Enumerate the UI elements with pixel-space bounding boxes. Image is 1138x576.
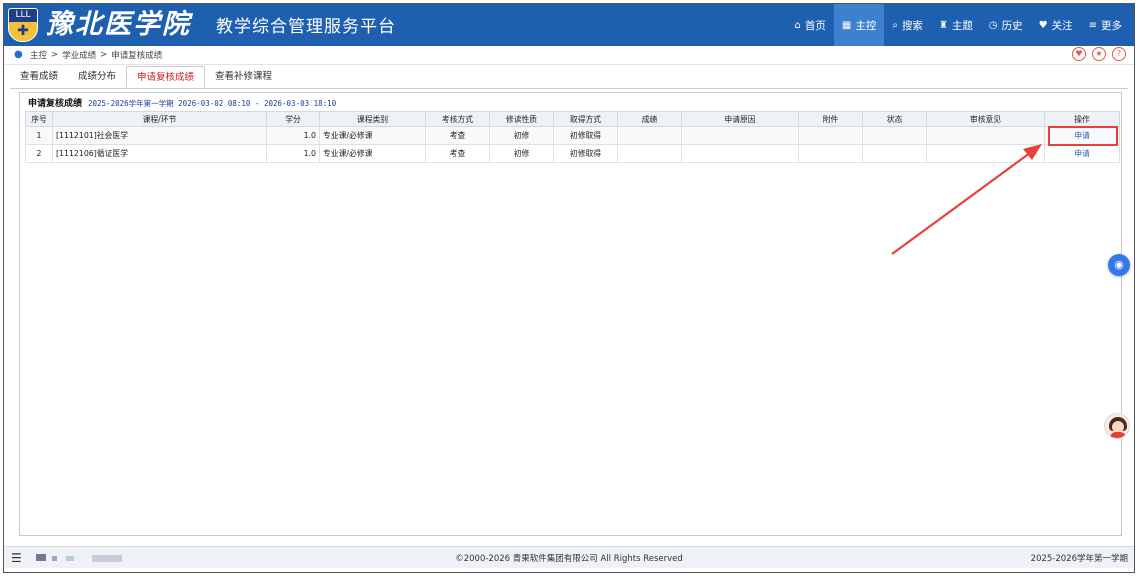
- nav-label: 历史: [1001, 19, 1023, 32]
- cell-status: [862, 126, 927, 145]
- breadcrumb: ● 主控 > 学业成绩 > 申请复核成绩 ♥ ★ ?: [4, 46, 1134, 65]
- cell-exam: 考查: [425, 144, 490, 163]
- shield-icon: ✚: [17, 23, 29, 39]
- nav-label: 更多: [1101, 19, 1122, 32]
- cell-obtain: 初修取得: [553, 126, 618, 145]
- nav-dashboard[interactable]: ▦ 主控: [833, 4, 885, 46]
- current-term: 2025-2026学年第一学期: [1030, 554, 1128, 564]
- cell-review: [926, 144, 1045, 163]
- col-header[interactable]: 学分: [266, 111, 320, 127]
- cell-attachment: [798, 126, 863, 145]
- cell-action: 申请: [1044, 144, 1120, 163]
- nav-theme[interactable]: ♜ 主题: [931, 4, 981, 46]
- col-header[interactable]: 课程/环节: [52, 111, 267, 127]
- nav-history[interactable]: ◷ 历史: [981, 4, 1031, 46]
- tab-view-makeup-courses[interactable]: 查看补修课程: [205, 66, 282, 88]
- copyright: ©2000-2026 青果软件集团有限公司 All Rights Reserve…: [455, 554, 683, 564]
- cell-score: [617, 144, 682, 163]
- cell-credit: 1.0: [266, 126, 320, 145]
- school-logo: LLL ✚: [8, 8, 38, 42]
- top-header: LLL ✚ 豫北医学院 教学综合管理服务平台 ⌂ 首页 ▦ 主控 ⌕ 搜索 ♜ 主题 ◷…: [4, 4, 1134, 46]
- col-header[interactable]: 考核方式: [425, 111, 490, 127]
- star-icon[interactable]: ★: [1092, 47, 1106, 61]
- cell-obtain: 初修取得: [553, 144, 618, 163]
- top-nav: ⌂ 首页 ▦ 主控 ⌕ 搜索 ♜ 主题 ◷ 历史 ♥ 关注 ≡ 更多: [787, 4, 1130, 46]
- content-panel: 申请复核成绩 2025-2026学年第一学期 2026-03-02 08:10 -…: [19, 92, 1122, 536]
- chat-bubble-icon[interactable]: ◉: [1108, 254, 1130, 276]
- nav-more[interactable]: ≡ 更多: [1081, 4, 1130, 46]
- section-title-text: 申请复核成绩: [28, 99, 83, 109]
- clock-icon: ◷: [988, 19, 998, 31]
- cell-review: [926, 126, 1045, 145]
- heart-icon: ♥: [1038, 19, 1048, 31]
- col-header[interactable]: 状态: [862, 111, 927, 127]
- review-period: 2025-2026学年第一学期 2026-03-02 08:10 - 2026-…: [88, 99, 337, 108]
- tab-grade-distribution[interactable]: 成绩分布: [68, 66, 126, 88]
- table-row: 2 [1112106]循证医学 1.0 专业课/必修课 考查 初修 初修取得 申…: [25, 144, 1120, 163]
- home-icon: ⌂: [794, 19, 801, 31]
- nav-label: 关注: [1051, 19, 1073, 32]
- col-header[interactable]: 序号: [25, 111, 53, 127]
- nav-label: 主题: [951, 19, 973, 32]
- cell-reason: [681, 126, 799, 145]
- breadcrumb-item-grades[interactable]: 学业成绩: [62, 49, 96, 61]
- search-icon: ⌕: [892, 19, 898, 31]
- cell-credit: 1.0: [266, 144, 320, 163]
- school-name: 豫北医学院: [46, 9, 191, 40]
- cell-attachment: [798, 144, 863, 163]
- breadcrumb-item-current: 申请复核成绩: [111, 51, 163, 61]
- cell-status: [862, 144, 927, 163]
- col-header[interactable]: 取得方式: [553, 111, 618, 127]
- nav-home[interactable]: ⌂ 首页: [787, 4, 834, 46]
- tab-view-grades[interactable]: 查看成绩: [10, 66, 68, 88]
- breadcrumb-separator: >: [51, 50, 59, 60]
- platform-name: 教学综合管理服务平台: [216, 17, 396, 37]
- col-header[interactable]: 申请原因: [681, 111, 799, 127]
- col-header[interactable]: 成绩: [617, 111, 682, 127]
- table-header-row: 序号 课程/环节 学分 课程类别 考核方式 修读性质 取得方式 成绩 申请原因 …: [25, 111, 1120, 127]
- tab-divider: [10, 88, 1128, 89]
- nav-label: 主控: [855, 19, 877, 32]
- col-header[interactable]: 课程类别: [319, 111, 426, 127]
- grades-table: 序号 课程/环节 学分 课程类别 考核方式 修读性质 取得方式 成绩 申请原因 …: [25, 111, 1120, 163]
- nav-follow[interactable]: ♥ 关注: [1031, 4, 1081, 46]
- section-title: 申请复核成绩 2025-2026学年第一学期 2026-03-02 08:10 -…: [28, 96, 336, 109]
- cell-no: 2: [25, 144, 53, 163]
- favorite-heart-icon[interactable]: ♥: [1072, 47, 1086, 61]
- cell-course: [1112101]社会医学: [52, 126, 267, 145]
- nav-label: 搜索: [901, 19, 923, 32]
- breadcrumb-item-home[interactable]: 主控: [30, 49, 47, 61]
- breadcrumb-separator: >: [100, 50, 108, 60]
- logo-text: LLL: [9, 9, 37, 22]
- col-header[interactable]: 修读性质: [489, 111, 554, 127]
- cell-category: 专业课/必修课: [319, 144, 426, 163]
- cell-category: 专业课/必修课: [319, 126, 426, 145]
- assistant-avatar-icon[interactable]: [1104, 413, 1130, 439]
- cell-no: 1: [25, 126, 53, 145]
- tab-apply-review[interactable]: 申请复核成绩: [126, 66, 206, 88]
- nav-search[interactable]: ⌕ 搜索: [884, 4, 931, 46]
- cell-nature: 初修: [489, 144, 554, 163]
- apply-link[interactable]: 申请: [1074, 149, 1090, 158]
- col-header[interactable]: 操作: [1044, 111, 1120, 127]
- cell-reason: [681, 144, 799, 163]
- tab-bar: 查看成绩 成绩分布 申请复核成绩 查看补修课程: [10, 66, 282, 88]
- cell-score: [617, 126, 682, 145]
- shirt-icon: ♜: [938, 19, 948, 31]
- cell-nature: 初修: [489, 126, 554, 145]
- menu-icon: ≡: [1088, 19, 1097, 31]
- location-pin-icon: ●: [14, 49, 23, 60]
- grid-icon: ▦: [841, 19, 852, 31]
- help-icon[interactable]: ?: [1112, 47, 1126, 61]
- col-header[interactable]: 审核意见: [926, 111, 1045, 127]
- page-tools: ♥ ★ ?: [1072, 47, 1126, 61]
- cell-course: [1112106]循证医学: [52, 144, 267, 163]
- highlight-box: [1048, 126, 1118, 146]
- table-row: 1 [1112101]社会医学 1.0 专业课/必修课 考查 初修 初修取得 申…: [25, 126, 1120, 145]
- cell-exam: 考查: [425, 126, 490, 145]
- nav-label: 首页: [804, 19, 826, 32]
- footer: ☰ ©2000-2026 青果软件集团有限公司 All Rights Reser…: [4, 546, 1134, 568]
- col-header[interactable]: 附件: [798, 111, 863, 127]
